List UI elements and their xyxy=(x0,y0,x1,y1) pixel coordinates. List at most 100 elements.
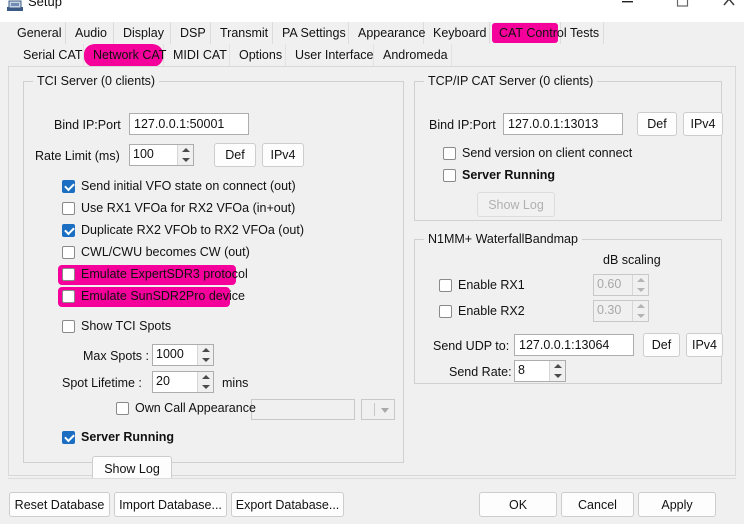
sub-tab-label: Andromeda xyxy=(383,48,448,62)
checkbox-box[interactable] xyxy=(62,290,75,303)
main-tab-dsp[interactable]: DSP xyxy=(171,22,211,44)
spot-lifetime-value: 20 xyxy=(156,371,170,391)
tcp-ipv4-button[interactable]: IPv4 xyxy=(683,112,723,136)
own-call-input[interactable] xyxy=(251,399,355,420)
tcp-send-version-label: Send version on client connect xyxy=(462,145,632,162)
tcp-cat-server-group: TCP/IP CAT Server (0 clients) Bind IP:Po… xyxy=(414,81,722,221)
checkbox-box[interactable] xyxy=(62,180,75,193)
max-spots-value: 1000 xyxy=(156,344,184,364)
sub-tab-serial-cat[interactable]: Serial CAT xyxy=(14,44,84,66)
waterfall-bandmap-title: N1MM+ WaterfallBandmap xyxy=(424,232,582,246)
tci-server-title: TCI Server (0 clients) xyxy=(33,74,159,88)
sub-tab-label: Network CAT xyxy=(93,48,166,62)
checkbox-box[interactable] xyxy=(62,320,75,333)
waterfall-bandmap-group: N1MM+ WaterfallBandmap dB scaling Enable… xyxy=(414,239,722,384)
checkmark-icon xyxy=(64,181,75,192)
sub-tab-user-interface[interactable]: User Interface xyxy=(286,44,374,66)
tci-rate-down-icon[interactable] xyxy=(178,155,194,165)
main-tab-label: PA Settings xyxy=(282,26,346,40)
main-tab-pa-settings[interactable]: PA Settings xyxy=(273,22,349,44)
maximize-button[interactable] xyxy=(660,0,705,17)
udp-ipv4-button[interactable]: IPv4 xyxy=(686,333,723,357)
tcp-bind-input[interactable]: 127.0.0.1:13013 xyxy=(503,113,623,135)
tcp-bind-label: Bind IP:Port xyxy=(429,117,496,133)
rx2-scale-down-icon xyxy=(633,311,649,321)
chevron-down-icon xyxy=(381,408,389,413)
main-tab-label: CAT Control xyxy=(499,26,567,40)
send-rate-stepper[interactable]: 8 xyxy=(514,360,566,382)
tcp-cat-server-title: TCP/IP CAT Server (0 clients) xyxy=(424,74,597,88)
spot-lifetime-down-icon[interactable] xyxy=(198,382,214,392)
tci-def-button[interactable]: Def xyxy=(214,143,256,167)
minimize-button[interactable] xyxy=(605,0,650,17)
ok-button[interactable]: OK xyxy=(479,492,557,517)
main-tab-label: Tests xyxy=(570,26,599,40)
tci-rate-up-icon[interactable] xyxy=(178,145,194,155)
apply-button[interactable]: Apply xyxy=(638,492,716,517)
tci-rate-stepper[interactable]: 100 xyxy=(129,144,194,166)
rx2-scale-value: 0.30 xyxy=(597,300,621,320)
max-spots-down-icon[interactable] xyxy=(198,355,214,365)
main-tab-transmit[interactable]: Transmit xyxy=(211,22,273,44)
main-tab-display[interactable]: Display xyxy=(114,22,171,44)
export-database-button[interactable]: Export Database... xyxy=(231,492,344,517)
rx1-scale-stepper: 0.60 xyxy=(593,274,649,296)
checkbox-label: Emulate SunSDR2Pro device xyxy=(81,288,245,305)
tci-server-running-label: Server Running xyxy=(81,429,174,446)
sub-tab-label: MIDI CAT xyxy=(173,48,227,62)
close-button[interactable] xyxy=(706,0,744,17)
main-tab-label: General xyxy=(17,26,61,40)
own-call-appearance-label: Own Call Appearance xyxy=(135,400,256,417)
checkbox-box[interactable] xyxy=(62,246,75,259)
main-tab-tests[interactable]: Tests xyxy=(561,22,604,44)
send-rate-up-icon[interactable] xyxy=(550,361,566,371)
tci-server-group: TCI Server (0 clients) Bind IP:Port 127.… xyxy=(23,81,404,463)
tcp-def-button[interactable]: Def xyxy=(637,112,677,136)
tci-ipv4-button[interactable]: IPv4 xyxy=(262,143,304,167)
sub-tab-midi-cat[interactable]: MIDI CAT xyxy=(164,44,230,66)
tci-bind-label: Bind IP:Port xyxy=(54,117,121,133)
main-tab-appearance[interactable]: Appearance xyxy=(349,22,424,44)
main-tab-general[interactable]: General xyxy=(8,22,66,44)
spot-lifetime-stepper[interactable]: 20 xyxy=(152,371,214,393)
udp-def-button[interactable]: Def xyxy=(643,333,680,357)
checkbox-label: Use RX1 VFOa for RX2 VFOa (in+out) xyxy=(81,200,295,217)
window-title: Setup xyxy=(28,0,62,9)
footer-divider xyxy=(8,478,736,479)
send-rate-down-icon[interactable] xyxy=(550,371,566,381)
send-udp-label: Send UDP to: xyxy=(433,338,509,354)
sub-tab-label: User Interface xyxy=(295,48,374,62)
spot-lifetime-up-icon[interactable] xyxy=(198,372,214,382)
db-scaling-label: dB scaling xyxy=(603,252,661,268)
sub-tab-strip: Serial CAT Network CAT MIDI CATOptions User… xyxy=(8,44,736,66)
main-tab-audio[interactable]: Audio xyxy=(66,22,114,44)
send-rate-value: 8 xyxy=(518,360,525,380)
main-tab-cat-control[interactable]: CAT Control xyxy=(490,22,561,44)
main-tab-strip: General AudioDisplayDSPTransmit PA Setting… xyxy=(0,22,744,44)
tcp-server-running-label: Server Running xyxy=(462,167,555,184)
max-spots-stepper[interactable]: 1000 xyxy=(152,344,214,366)
own-call-combo[interactable] xyxy=(361,399,395,420)
cancel-button[interactable]: Cancel xyxy=(561,492,634,517)
checkmark-icon xyxy=(64,225,75,236)
main-tab-keyboard[interactable]: Keyboard xyxy=(424,22,490,44)
send-udp-input[interactable]: 127.0.0.1:13064 xyxy=(514,334,634,356)
sub-tab-andromeda[interactable]: Andromeda xyxy=(374,44,452,66)
reset-database-button[interactable]: Reset Database xyxy=(9,492,110,517)
spot-lifetime-units: mins xyxy=(222,375,248,391)
rx1-scale-value: 0.60 xyxy=(597,274,621,294)
footer-bar: Reset Database Import Database... Export… xyxy=(0,478,744,524)
setup-window: Setup General AudioDisplayDSPTransmit PA S… xyxy=(0,0,744,524)
import-database-button[interactable]: Import Database... xyxy=(114,492,227,517)
checkbox-box[interactable] xyxy=(62,202,75,215)
enable-rx2-label: Enable RX2 xyxy=(458,303,525,320)
tci-bind-input[interactable]: 127.0.0.1:50001 xyxy=(129,113,249,135)
sub-tab-label: Serial CAT xyxy=(23,48,83,62)
checkbox-box[interactable] xyxy=(62,268,75,281)
main-tab-label: Keyboard xyxy=(433,26,487,40)
sub-tab-options[interactable]: Options xyxy=(230,44,286,66)
max-spots-up-icon[interactable] xyxy=(198,345,214,355)
enable-rx1-label: Enable RX1 xyxy=(458,277,525,294)
sub-tab-network-cat[interactable]: Network CAT xyxy=(84,44,164,66)
checkbox-box[interactable] xyxy=(62,224,75,237)
